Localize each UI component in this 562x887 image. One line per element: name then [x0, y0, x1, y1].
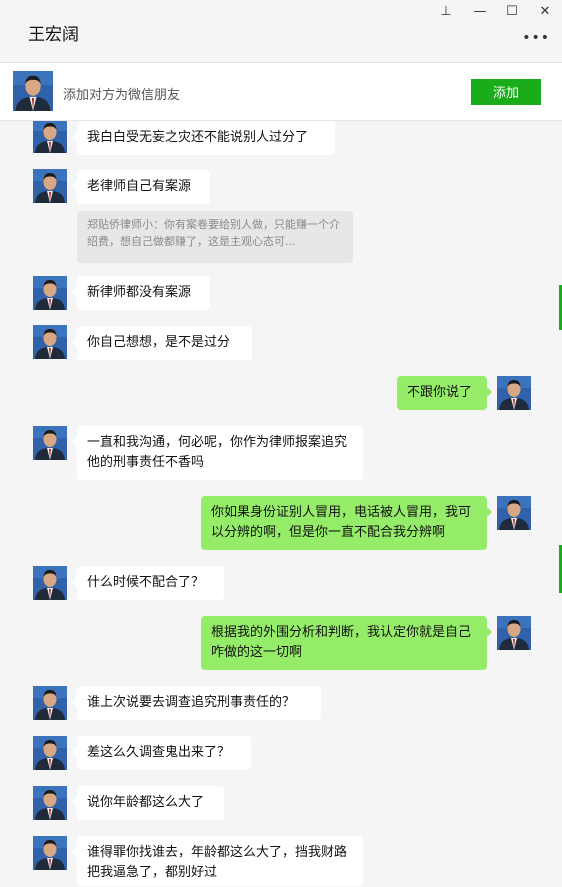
- close-icon[interactable]: ✕: [537, 4, 553, 20]
- avatar[interactable]: [33, 169, 67, 203]
- add-friend-button[interactable]: 添加: [471, 79, 541, 105]
- message-bubble[interactable]: 你自己想想，是不是过分: [72, 326, 252, 360]
- quoted-message[interactable]: 郑贴侨律师小：你有案卷要给别人做，只能赚一个介绍费，想自己做都赚了，这是主观心态…: [77, 211, 353, 263]
- message-bubble[interactable]: 我白白受无妄之灾还不能说别人过分了: [72, 121, 335, 155]
- chat-messages[interactable]: 我白白受无妄之灾还不能说别人过分了 老律师自己有案源 郑贴侨律师小：你有案卷要给…: [0, 121, 562, 887]
- chat-title: 王宏阔: [28, 25, 79, 45]
- title-bar: 王宏阔 ⊥ — ☐ ✕ •••: [0, 0, 562, 63]
- avatar[interactable]: [33, 686, 67, 720]
- message-bubble[interactable]: 谁得罪你找谁去，年龄都这么大了，挡我财路把我逼急了，都别好过: [72, 836, 363, 886]
- avatar[interactable]: [497, 496, 531, 530]
- avatar[interactable]: [497, 616, 531, 650]
- message-bubble[interactable]: 你如果身份证别人冒用，电话被人冒用，我可以分辨的啊，但是你一直不配合我分辨啊: [201, 496, 492, 550]
- pin-icon[interactable]: ⊥: [438, 4, 454, 20]
- avatar[interactable]: [33, 325, 67, 359]
- message-bubble[interactable]: 不跟你说了: [397, 376, 492, 410]
- message-bubble[interactable]: 新律师都没有案源: [72, 276, 210, 310]
- message-bubble[interactable]: 说你年龄都这么大了: [72, 786, 224, 820]
- minimize-icon[interactable]: —: [472, 4, 488, 20]
- avatar[interactable]: [33, 736, 67, 770]
- avatar[interactable]: [497, 376, 531, 410]
- avatar[interactable]: [33, 566, 67, 600]
- maximize-icon[interactable]: ☐: [504, 4, 520, 20]
- avatar[interactable]: [13, 71, 53, 111]
- message-bubble[interactable]: 老律师自己有案源: [72, 170, 210, 204]
- more-options-icon[interactable]: •••: [522, 30, 550, 46]
- message-bubble[interactable]: 差这么久调查鬼出来了？: [72, 736, 251, 770]
- add-friend-hint: 添加对方为微信朋友: [63, 88, 181, 103]
- message-bubble[interactable]: 根据我的外围分析和判断，我认定你就是自己咋做的这一切啊: [201, 616, 492, 670]
- avatar[interactable]: [33, 276, 67, 310]
- avatar[interactable]: [33, 426, 67, 460]
- avatar[interactable]: [33, 786, 67, 820]
- message-bubble[interactable]: 谁上次说要去调查追究刑事责任的？: [72, 686, 321, 720]
- message-bubble[interactable]: 一直和我沟通，何必呢，你作为律师报案追究他的刑事责任不香吗: [72, 426, 363, 480]
- add-friend-bar: 添加对方为微信朋友 添加: [0, 63, 562, 121]
- message-bubble[interactable]: 什么时候不配合了？: [72, 566, 224, 600]
- avatar[interactable]: [33, 121, 67, 153]
- avatar[interactable]: [33, 836, 67, 870]
